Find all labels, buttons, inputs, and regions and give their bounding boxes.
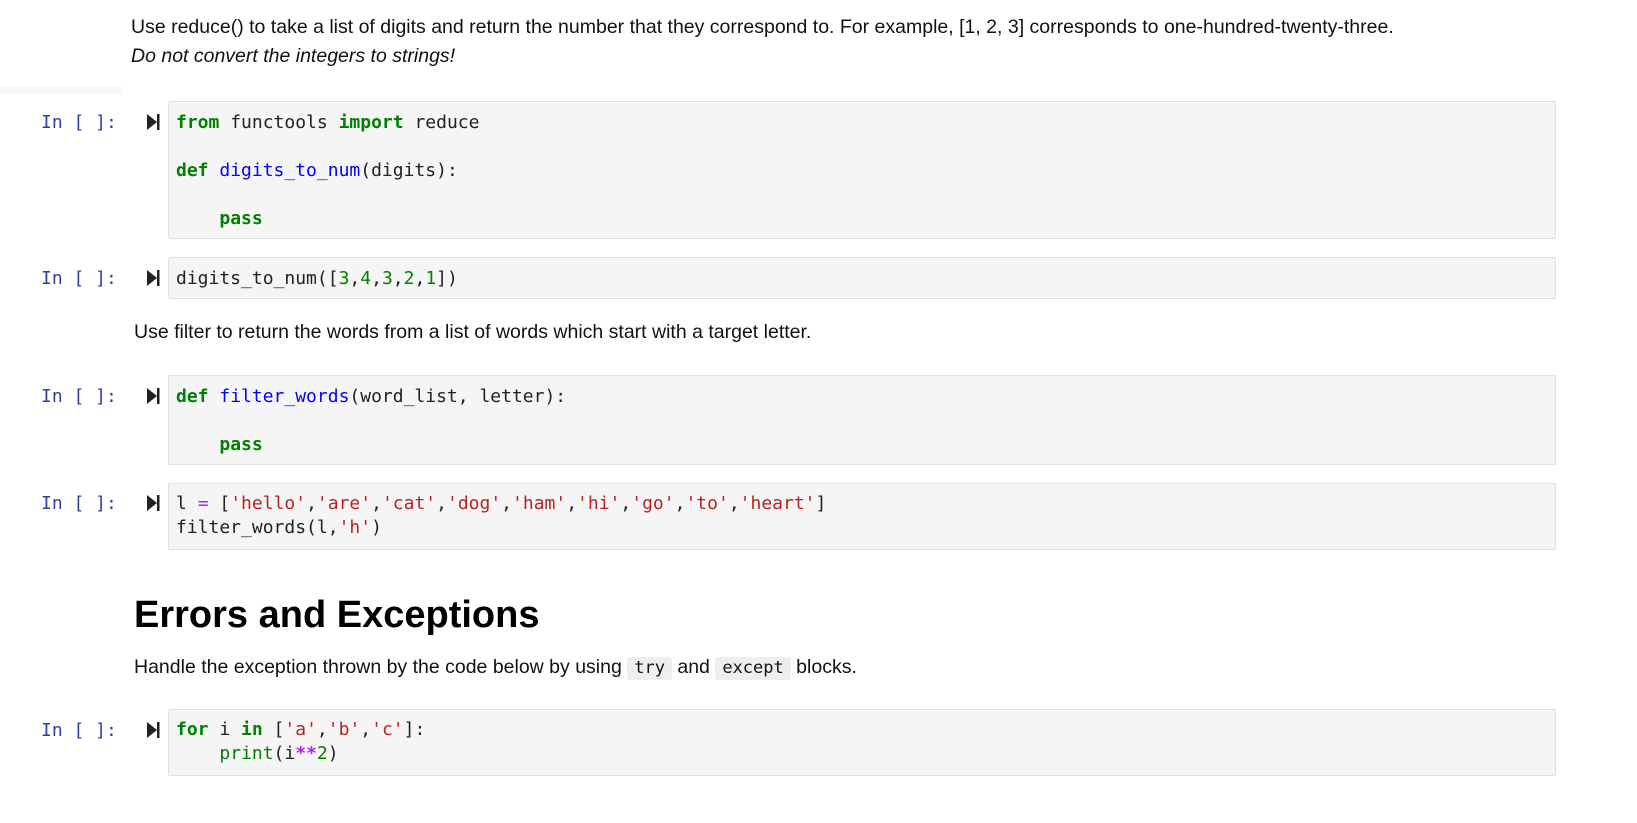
code-cell-2-source[interactable]: digits_to_num([3,4,3,2,1]) — [176, 267, 458, 291]
reduce-note-text: Do not convert the integers to strings! — [131, 45, 456, 67]
inline-code-try: try — [627, 657, 672, 680]
code-cell-3-source[interactable]: def filter_words(word_list, letter): pas… — [176, 385, 566, 457]
code-cell-4[interactable]: l = ['hello','are','cat','dog','ham','hi… — [168, 483, 1556, 550]
cell-2-prompt: In [ ]: — [41, 268, 117, 289]
section-heading-errors-and-exceptions: Errors and Exceptions — [134, 594, 540, 636]
reduce-instruction-text: Use reduce() to take a list of digits an… — [131, 16, 1394, 38]
run-cell-4-icon[interactable] — [146, 494, 160, 512]
run-cell-2-icon[interactable] — [146, 269, 160, 287]
run-cell-3-icon[interactable] — [146, 387, 160, 405]
code-line: def digits_to_num(digits): — [176, 160, 458, 181]
inline-code-except: except — [715, 657, 791, 680]
cell-1-prompt: In [ ]: — [41, 112, 117, 133]
code-cell-1[interactable]: from functools import reduce def digits_… — [168, 101, 1556, 239]
code-cell-4-source[interactable]: l = ['hello','are','cat','dog','ham','hi… — [176, 492, 826, 540]
code-line: def filter_words(word_list, letter): — [176, 386, 567, 407]
filter-instruction-text: Use filter to return the words from a li… — [134, 321, 812, 343]
cell-4-prompt: In [ ]: — [41, 493, 117, 514]
code-line: print(i**2) — [219, 743, 339, 764]
run-cell-5-icon[interactable] — [146, 721, 160, 739]
previous-cell-strip — [0, 86, 122, 94]
code-line: from functools import reduce — [176, 112, 480, 133]
code-line: pass — [219, 434, 263, 455]
code-line: pass — [219, 208, 263, 229]
cell-3-prompt: In [ ]: — [41, 386, 117, 407]
code-cell-5-source[interactable]: for i in ['a','b','c']: print(i**2) — [176, 718, 425, 766]
run-cell-1-icon[interactable] — [146, 113, 160, 131]
code-cell-3[interactable]: def filter_words(word_list, letter): pas… — [168, 375, 1556, 465]
code-cell-2[interactable]: digits_to_num([3,4,3,2,1]) — [168, 257, 1556, 299]
code-line: for i in ['a','b','c']: — [176, 719, 426, 740]
code-line: filter_words(l,'h') — [176, 517, 382, 538]
code-cell-5[interactable]: for i in ['a','b','c']: print(i**2) — [168, 709, 1556, 776]
markdown-cell-reduce-instructions: Use reduce() to take a list of digits an… — [131, 13, 1394, 71]
code-line: l = ['hello','are','cat','dog','ham','hi… — [176, 493, 827, 514]
cell-5-prompt: In [ ]: — [41, 720, 117, 741]
code-cell-1-source[interactable]: from functools import reduce def digits_… — [176, 111, 479, 231]
exception-instruction-text: Handle the exception thrown by the code … — [134, 656, 857, 680]
